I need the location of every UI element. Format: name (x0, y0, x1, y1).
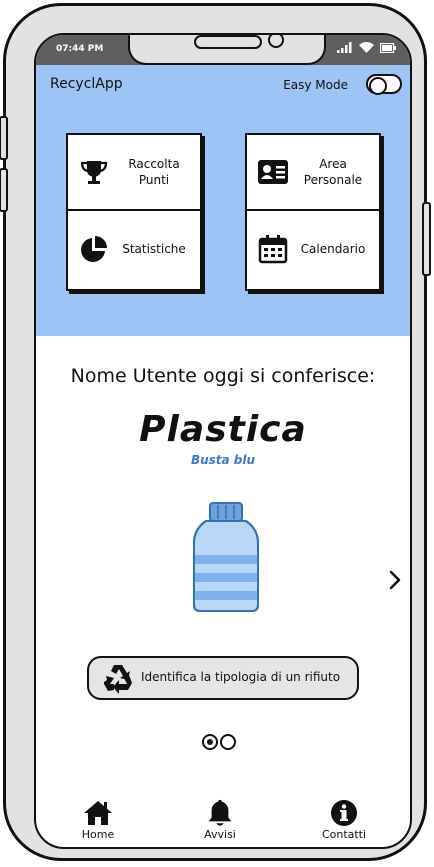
front-camera (268, 35, 284, 48)
identify-waste-label: Identifica la tipologia di un rifiuto (141, 670, 341, 684)
menu-label-statistiche: Statistiche (122, 242, 186, 256)
signal-icon (337, 42, 352, 53)
easy-mode-toggle[interactable] (366, 74, 402, 95)
app-title: RecyclApp (50, 76, 123, 92)
status-time: 07:44 PM (56, 44, 104, 54)
menu-item-area-personale[interactable]: Area Personale (247, 135, 379, 211)
status-icons (337, 42, 396, 53)
easy-mode-label: Easy Mode (283, 78, 348, 92)
phone-frame: 07:44 PM RecyclApp Easy Mode Raccolta Pu… (0, 3, 431, 861)
id-card-icon (257, 156, 289, 188)
battery-icon (380, 42, 396, 53)
chevron-right-icon[interactable] (388, 569, 402, 591)
side-button-left-2 (0, 168, 8, 212)
menu-box-right: Area Personale Calendario (245, 133, 381, 291)
nav-home[interactable]: Home (58, 799, 138, 841)
header-panel: RecyclApp Easy Mode Raccolta Punti Stati… (36, 65, 410, 336)
menu-item-raccolta-punti[interactable]: Raccolta Punti (68, 135, 200, 211)
carousel-dot-1[interactable] (202, 734, 218, 750)
nav-home-label: Home (81, 828, 115, 841)
menu-item-statistiche[interactable]: Statistiche (68, 211, 200, 287)
wifi-icon (359, 42, 374, 53)
notch (128, 35, 326, 65)
carousel-dot-2[interactable] (220, 734, 236, 750)
nav-contatti[interactable]: Contatti (304, 799, 384, 841)
pie-chart-icon (78, 233, 110, 265)
carousel-indicator (202, 734, 236, 750)
status-bar: 07:44 PM (36, 35, 410, 65)
speaker (194, 35, 262, 49)
menu-item-calendario[interactable]: Calendario (247, 211, 379, 287)
greeting-text: Nome Utente oggi si conferisce: (70, 365, 376, 387)
plastic-bottle-icon (193, 502, 259, 612)
calendar-icon (257, 233, 289, 265)
nav-avvisi-label: Avvisi (204, 828, 236, 841)
identify-waste-button[interactable]: Identifica la tipologia di un rifiuto (87, 656, 359, 700)
menu-label-raccolta-punti: Raccolta Punti (128, 157, 180, 187)
trophy-icon (78, 156, 110, 188)
material-title: Plastica (139, 409, 307, 450)
side-button-left (0, 116, 8, 160)
bell-icon (208, 799, 232, 826)
toggle-knob (369, 77, 387, 95)
menu-label-area-personale: Area Personale (303, 157, 363, 187)
menu-label-calendario: Calendario (300, 242, 366, 256)
nav-avvisi[interactable]: Avvisi (180, 799, 260, 841)
menu-box-left: Raccolta Punti Statistiche (66, 133, 202, 291)
nav-contatti-label: Contatti (321, 828, 367, 841)
bag-type: Busta blu (190, 453, 256, 467)
screen: 07:44 PM RecyclApp Easy Mode Raccolta Pu… (34, 33, 412, 849)
recycle-icon (104, 665, 132, 694)
info-icon (331, 800, 357, 826)
home-icon (84, 801, 112, 825)
bottom-nav: Home Avvisi Contatti (36, 799, 410, 847)
power-button (422, 202, 431, 276)
